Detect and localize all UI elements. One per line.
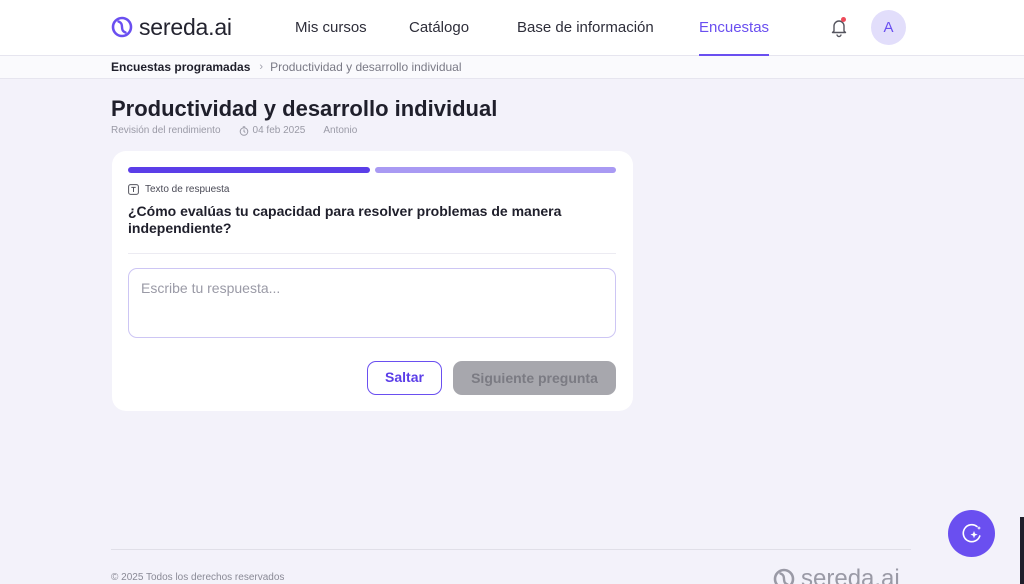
nav-item-label: Mis cursos xyxy=(295,19,367,36)
nav-item-mis-cursos[interactable]: Mis cursos xyxy=(295,0,367,56)
divider xyxy=(128,253,616,254)
sereda-logo-icon xyxy=(773,568,795,584)
progress-step-1 xyxy=(128,167,370,173)
nav-item-label: Encuestas xyxy=(699,19,770,36)
skip-button[interactable]: Saltar xyxy=(367,361,442,395)
notifications-button[interactable] xyxy=(828,16,850,38)
footer-brand-name: sereda.ai xyxy=(801,565,900,584)
breadcrumb-bar: Encuestas programadas › Productividad y … xyxy=(0,56,1024,79)
nav-item-base-de-informacion[interactable]: Base de información xyxy=(517,0,654,56)
question-type: Texto de respuesta xyxy=(128,184,230,195)
survey-author: Antonio xyxy=(323,125,358,136)
sereda-logo-icon xyxy=(111,16,133,38)
ai-sparkle-icon xyxy=(961,523,981,542)
ai-assistant-button[interactable] xyxy=(948,510,995,557)
window-edge xyxy=(1020,517,1024,584)
brand-name: sereda.ai xyxy=(139,13,232,40)
nav-item-label: Catálogo xyxy=(409,19,470,36)
notification-dot xyxy=(841,17,846,22)
footer-divider xyxy=(111,549,911,550)
brand-logo[interactable]: sereda.ai xyxy=(111,14,232,40)
timer-icon xyxy=(239,125,248,136)
breadcrumb-link-encuestas-programadas[interactable]: Encuestas programadas xyxy=(111,60,250,74)
answer-textarea[interactable] xyxy=(128,268,616,338)
user-avatar[interactable]: A xyxy=(871,10,906,45)
next-question-button[interactable]: Siguiente pregunta xyxy=(453,361,616,395)
chevron-right-icon: › xyxy=(259,61,264,73)
top-header: sereda.ai Mis cursos Catálogo Base de in… xyxy=(0,0,1024,56)
bell-icon xyxy=(831,20,847,38)
survey-date: 04 feb 2025 xyxy=(252,125,306,136)
breadcrumb-current: Productividad y desarrollo individual xyxy=(270,60,462,74)
copyright-text: © 2025 Todos los derechos reservados xyxy=(111,572,285,583)
nav-item-encuestas[interactable]: Encuestas xyxy=(699,0,770,56)
breadcrumb: Encuestas programadas › Productividad y … xyxy=(111,60,462,74)
progress-step-2 xyxy=(375,167,616,173)
page-title: Productividad y desarrollo individual xyxy=(111,96,498,121)
survey-meta: Revisión del rendimiento 04 feb 2025 Ant… xyxy=(111,125,357,136)
survey-category: Revisión del rendimiento xyxy=(111,125,221,136)
nav-item-catalogo[interactable]: Catálogo xyxy=(409,0,469,56)
question-card: Texto de respuesta ¿Cómo evalúas tu capa… xyxy=(112,151,633,411)
question-text: ¿Cómo evalúas tu capacidad para resolver… xyxy=(128,203,562,236)
nav-item-label: Base de información xyxy=(517,19,654,36)
question-type-label: Texto de respuesta xyxy=(145,184,230,195)
text-field-icon xyxy=(128,184,139,195)
footer-logo: sereda.ai xyxy=(773,565,900,584)
